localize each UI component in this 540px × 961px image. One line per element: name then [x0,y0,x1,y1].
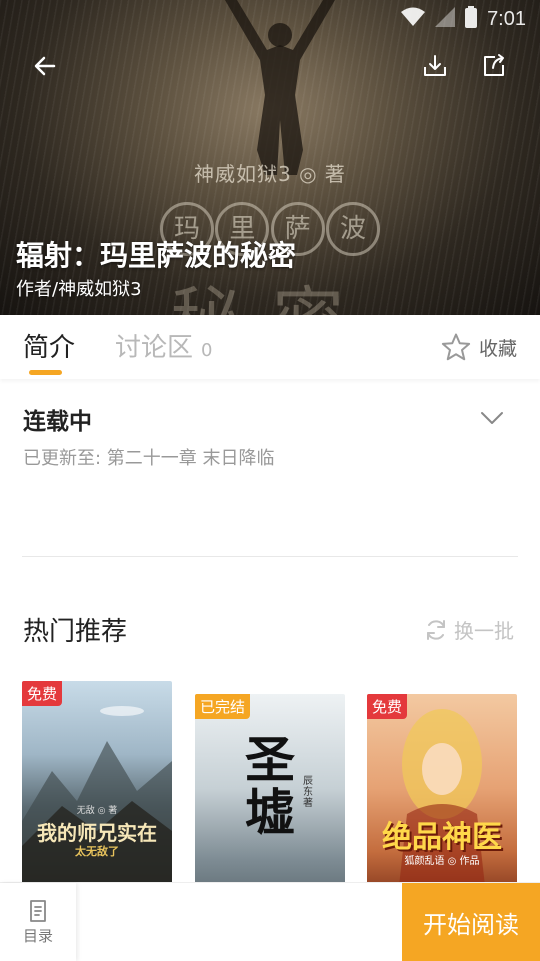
share-button[interactable] [472,44,516,88]
bottom-action-bar: 目录 开始阅读 [0,882,540,961]
book-title: 辐射：玛里萨波的秘密 [16,239,297,272]
free-badge: 免费 [22,681,63,706]
share-icon [484,54,504,76]
collect-button[interactable]: 收藏 [441,332,517,362]
document-icon [30,899,46,922]
discuss-count: 0 [201,340,213,361]
free-badge: 免费 [367,694,408,719]
tab-discuss-label: 讨论区 [115,333,194,363]
cover-subtitle-text: 太无敌了 [75,845,119,858]
cover-small-text: 狐颜乱语 ◎ 作品 [404,856,480,867]
cover-small-text: 无敌 ◎ 著 [76,806,118,816]
cover-title-text: 圣墟 [245,731,295,842]
detail-tabs: 简介 讨论区 0 收藏 [0,315,540,379]
collect-label: 收藏 [479,337,518,360]
start-reading-button[interactable]: 开始阅读 [402,883,540,961]
download-button[interactable] [413,44,457,88]
finished-badge: 已完结 [195,694,251,719]
tab-intro[interactable]: 简介 [23,327,76,375]
serial-status: 连载中 [23,409,92,435]
recommend-book-card[interactable]: 免费 绝品神医 狐颜乱语 ◎ 作品 [367,694,517,904]
cover-author-text: 神威如狱3 ◎ 著 [194,162,346,186]
signal-icon [435,7,456,32]
book-author[interactable]: 作者/神威如狱3 [16,275,142,301]
cover-title-text: 我的师兄实在 [37,821,157,845]
battery-icon [465,6,478,33]
star-icon [441,333,471,361]
clock-time: 7:01 [487,8,526,30]
download-icon [424,55,446,76]
toc-label: 目录 [22,926,53,945]
recommend-book-card[interactable]: 免费 无敌 ◎ 著 我的师兄实在 太无敌了 [22,681,172,891]
refresh-icon [427,619,445,640]
refresh-button[interactable]: 换一批 [424,615,514,644]
section-divider [22,556,518,557]
book-cover-header: 神威如狱3 ◎ 著 玛 里 萨 波 秘密 7:01 辐 [0,0,540,315]
recommend-title: 热门推荐 [23,617,128,647]
tab-intro-label: 简介 [23,333,76,363]
arrow-left-icon [34,56,56,76]
character-art [397,709,487,904]
cover-char: 波 [325,202,380,256]
refresh-label: 换一批 [454,619,514,643]
tab-discuss[interactable]: 讨论区 0 [115,327,212,364]
toc-button[interactable]: 目录 [0,883,76,961]
mountain-art [22,706,172,891]
cover-figure [225,0,335,175]
wifi-icon [401,7,426,32]
chevron-down-icon [481,412,503,424]
cover-small-text: 辰东 著 [303,776,313,809]
back-button[interactable] [23,44,67,88]
expand-button[interactable] [474,400,510,436]
tab-active-indicator [29,370,62,375]
recommend-book-card[interactable]: 已完结 圣墟 辰东 著 [195,694,345,904]
status-bar: 7:01 [401,6,526,33]
cover-title-text: 绝品神医 [382,820,502,855]
latest-chapter[interactable]: 已更新至: 第二十一章 末日降临 [23,444,275,470]
